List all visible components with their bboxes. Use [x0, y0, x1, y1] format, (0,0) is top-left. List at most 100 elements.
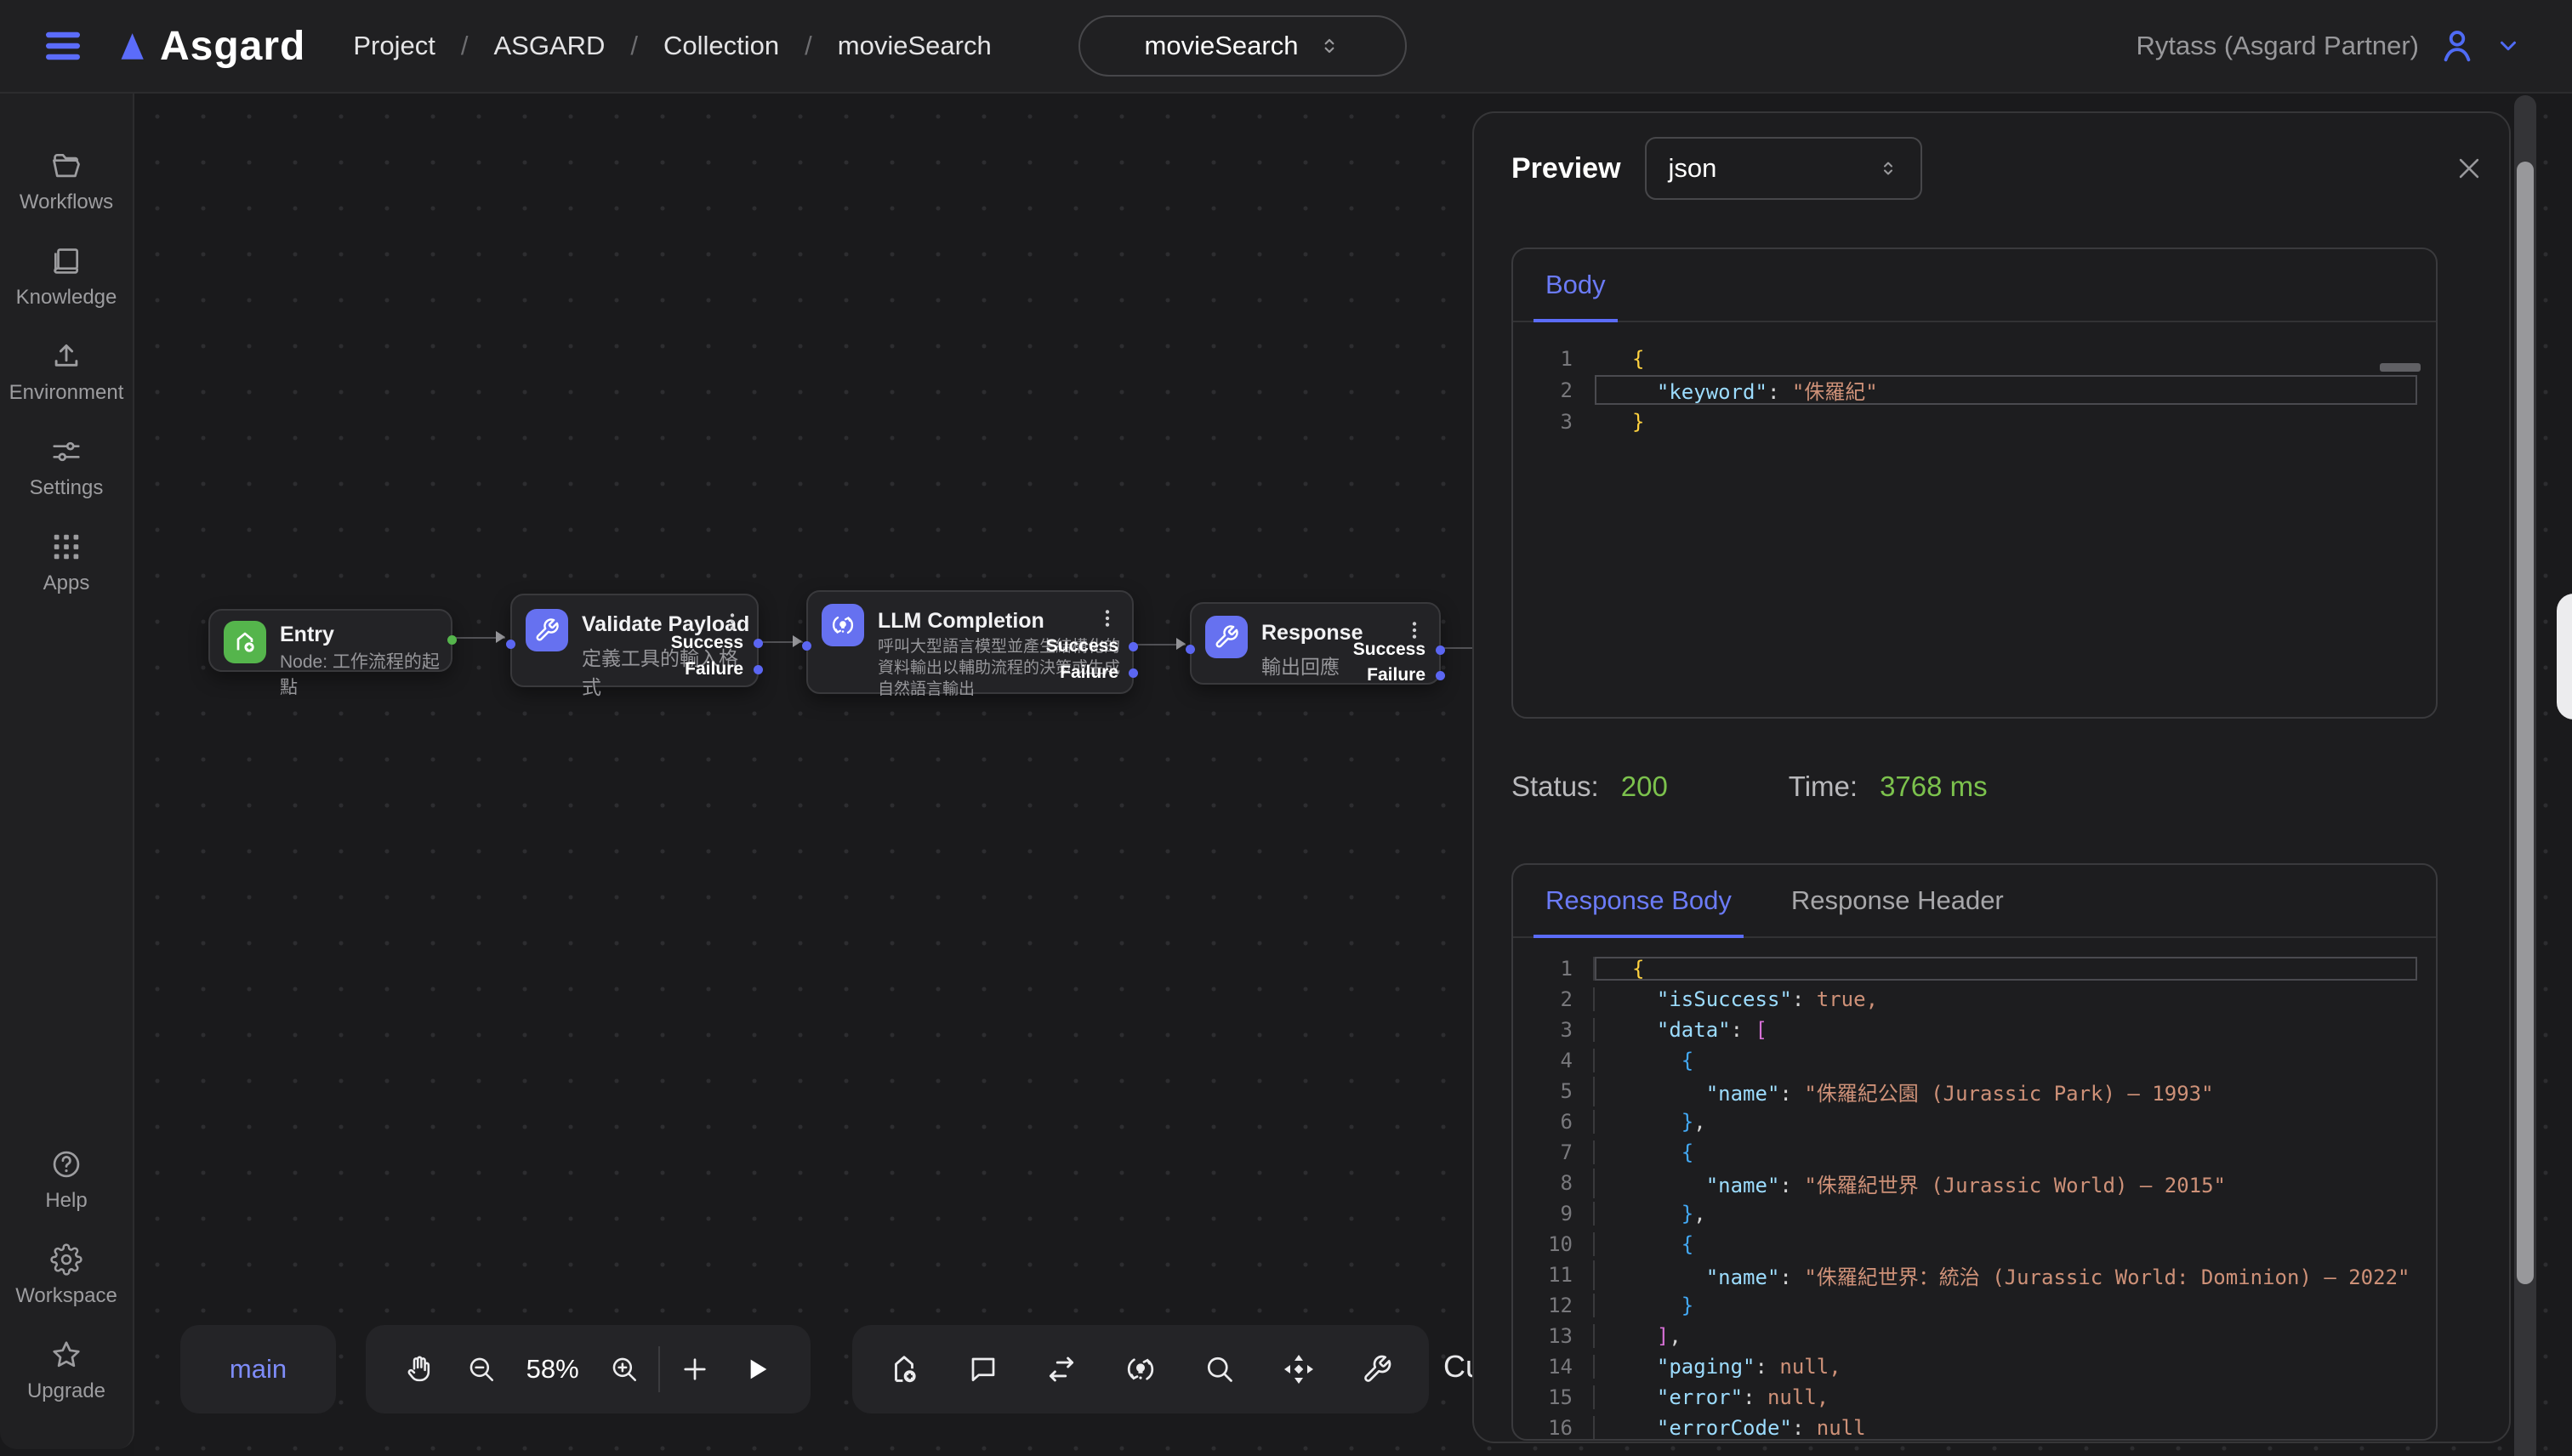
- zoom-out-icon[interactable]: [454, 1342, 509, 1396]
- sidebar-item-upgrade[interactable]: Upgrade: [0, 1323, 133, 1419]
- edge-arrow-icon: [793, 635, 802, 647]
- tab-response-header[interactable]: Response Header: [1791, 885, 2004, 936]
- code-line[interactable]: 8 "name": "侏羅紀世界 (Jurassic World) – 2015…: [1513, 1168, 2436, 1198]
- branch-selector-button[interactable]: main: [180, 1325, 336, 1413]
- request-json-editor[interactable]: 1{2 "keyword": "侏羅紀"3}: [1513, 322, 2436, 717]
- line-number: 13: [1513, 1324, 1573, 1348]
- code-line[interactable]: 5 "name": "侏羅紀公園 (Jurassic Park) – 1993": [1513, 1076, 2436, 1106]
- line-number: 2: [1513, 987, 1573, 1011]
- sidebar-item-settings[interactable]: Settings: [0, 420, 133, 515]
- minimap-slider[interactable]: [2380, 363, 2421, 372]
- breadcrumb-item-collection[interactable]: Collection: [663, 31, 779, 61]
- preview-title: Preview: [1511, 152, 1621, 185]
- code-line[interactable]: 3}: [1513, 406, 2436, 437]
- close-icon[interactable]: [2455, 154, 2484, 183]
- port-failure: Failure: [1367, 665, 1425, 685]
- format-selector[interactable]: json: [1645, 137, 1922, 200]
- logo-triangle-icon: [112, 28, 148, 64]
- llm-run-icon[interactable]: [1113, 1342, 1168, 1396]
- breadcrumb-item-asgard[interactable]: ASGARD: [493, 31, 605, 61]
- code-line[interactable]: 1{: [1513, 953, 2436, 984]
- code-line[interactable]: 2 "keyword": "侏羅紀": [1513, 374, 2436, 406]
- input-port-dot[interactable]: [1186, 645, 1195, 654]
- zoom-level-value[interactable]: 58%: [516, 1354, 589, 1385]
- code-line[interactable]: 16 "errorCode": null: [1513, 1413, 2436, 1439]
- code-line[interactable]: 7 {: [1513, 1137, 2436, 1168]
- output-port-dot[interactable]: [447, 635, 457, 645]
- zoom-in-icon[interactable]: [597, 1342, 652, 1396]
- sidebar-item-workflows[interactable]: Workflows: [0, 134, 133, 230]
- code-text: "name": "侏羅紀公園 (Jurassic Park) – 1993": [1593, 1077, 2417, 1106]
- swap-arrows-icon[interactable]: [1034, 1342, 1089, 1396]
- upload-icon: [50, 340, 83, 373]
- failure-port-dot[interactable]: [754, 665, 763, 674]
- sidebar-item-knowledge[interactable]: Knowledge: [0, 230, 133, 325]
- success-port-dot[interactable]: [1129, 642, 1138, 651]
- add-node-icon[interactable]: [877, 1342, 931, 1396]
- select-chevrons-icon: [1318, 35, 1340, 57]
- node-llm-completion[interactable]: LLM Completion 呼叫大型語言模型並產生結構化的資料輸出以輔助流程的…: [806, 590, 1134, 694]
- breadcrumb-item-project[interactable]: Project: [353, 31, 435, 61]
- search-icon[interactable]: [1192, 1342, 1247, 1396]
- failure-port-dot[interactable]: [1436, 671, 1445, 680]
- hand-tool-icon[interactable]: [392, 1342, 447, 1396]
- run-icon[interactable]: [730, 1342, 784, 1396]
- scrollbar-thumb[interactable]: [2517, 162, 2534, 1284]
- tab-body[interactable]: Body: [1545, 270, 1606, 321]
- response-json-editor[interactable]: 1{2 "isSuccess": true,3 "data": [4 {5 "n…: [1513, 940, 2436, 1439]
- book-icon: [50, 245, 83, 277]
- code-line[interactable]: 11 "name": "侏羅紀世界：統治 (Jurassic World: Do…: [1513, 1260, 2436, 1290]
- sidebar-item-apps[interactable]: Apps: [0, 515, 133, 611]
- breadcrumb-separator: /: [805, 31, 812, 61]
- branch-label: main: [230, 1354, 287, 1385]
- code-text: {: [1593, 347, 2417, 371]
- tab-response-body[interactable]: Response Body: [1545, 885, 1732, 936]
- input-port-dot[interactable]: [506, 640, 515, 649]
- code-line[interactable]: 13 ],: [1513, 1321, 2436, 1351]
- code-line[interactable]: 2 "isSuccess": true,: [1513, 984, 2436, 1015]
- line-number: 12: [1513, 1294, 1573, 1317]
- kebab-menu-icon[interactable]: [1096, 607, 1118, 629]
- comment-icon[interactable]: [956, 1342, 1010, 1396]
- node-validate-payload[interactable]: Validate Payload 定義工具的輸入格式 Success Failu…: [510, 594, 759, 687]
- code-line[interactable]: 12 }: [1513, 1290, 2436, 1321]
- add-icon[interactable]: [668, 1342, 722, 1396]
- toolbar-divider: [658, 1346, 660, 1392]
- auto-layout-icon[interactable]: [1272, 1342, 1326, 1396]
- status-label: Status:: [1511, 771, 1599, 803]
- panel-scrollbar[interactable]: [2514, 95, 2536, 1456]
- kebab-menu-icon[interactable]: [1403, 619, 1425, 641]
- code-line[interactable]: 15 "error": null,: [1513, 1382, 2436, 1413]
- kebab-menu-icon[interactable]: [721, 611, 743, 633]
- node-response[interactable]: Response 輸出回應 Success Failure: [1190, 602, 1441, 685]
- app-logo[interactable]: Asgard: [112, 23, 305, 70]
- breadcrumb-item-moviesearch[interactable]: movieSearch: [838, 31, 992, 61]
- node-entry[interactable]: Entry Node: 工作流程的起點: [208, 609, 452, 672]
- sidebar-item-help[interactable]: Help: [0, 1133, 133, 1228]
- failure-port-dot[interactable]: [1129, 668, 1138, 678]
- hamburger-menu-icon[interactable]: [37, 20, 88, 71]
- code-text: {: [1593, 1049, 2417, 1072]
- code-line[interactable]: 9 },: [1513, 1198, 2436, 1229]
- time-value: 3768 ms: [1880, 771, 1988, 803]
- success-port-dot[interactable]: [754, 639, 763, 648]
- sidebar-item-workspace[interactable]: Workspace: [0, 1228, 133, 1323]
- response-card: Response Body Response Header 1{2 "isSuc…: [1511, 863, 2438, 1441]
- input-port-dot[interactable]: [802, 641, 811, 651]
- code-line[interactable]: 3 "data": [: [1513, 1015, 2436, 1045]
- sidebar-item-label: Knowledge: [16, 286, 117, 310]
- code-text: }: [1593, 1294, 2417, 1317]
- success-port-dot[interactable]: [1436, 646, 1445, 655]
- status-row: Status: 200 Time: 3768 ms: [1511, 771, 1988, 803]
- code-line[interactable]: 4 {: [1513, 1045, 2436, 1076]
- code-line[interactable]: 14 "paging": null,: [1513, 1351, 2436, 1382]
- code-line[interactable]: 1{: [1513, 343, 2436, 374]
- offscreen-node[interactable]: [2557, 594, 2572, 719]
- code-line[interactable]: 10 {: [1513, 1229, 2436, 1260]
- port-failure: Failure: [1060, 663, 1118, 683]
- wrench-tool-icon[interactable]: [1350, 1342, 1404, 1396]
- sidebar-item-environment[interactable]: Environment: [0, 325, 133, 420]
- workflow-selector[interactable]: movieSearch: [1078, 15, 1407, 77]
- user-menu[interactable]: Rytass (Asgard Partner): [2137, 26, 2535, 65]
- code-line[interactable]: 6 },: [1513, 1106, 2436, 1137]
